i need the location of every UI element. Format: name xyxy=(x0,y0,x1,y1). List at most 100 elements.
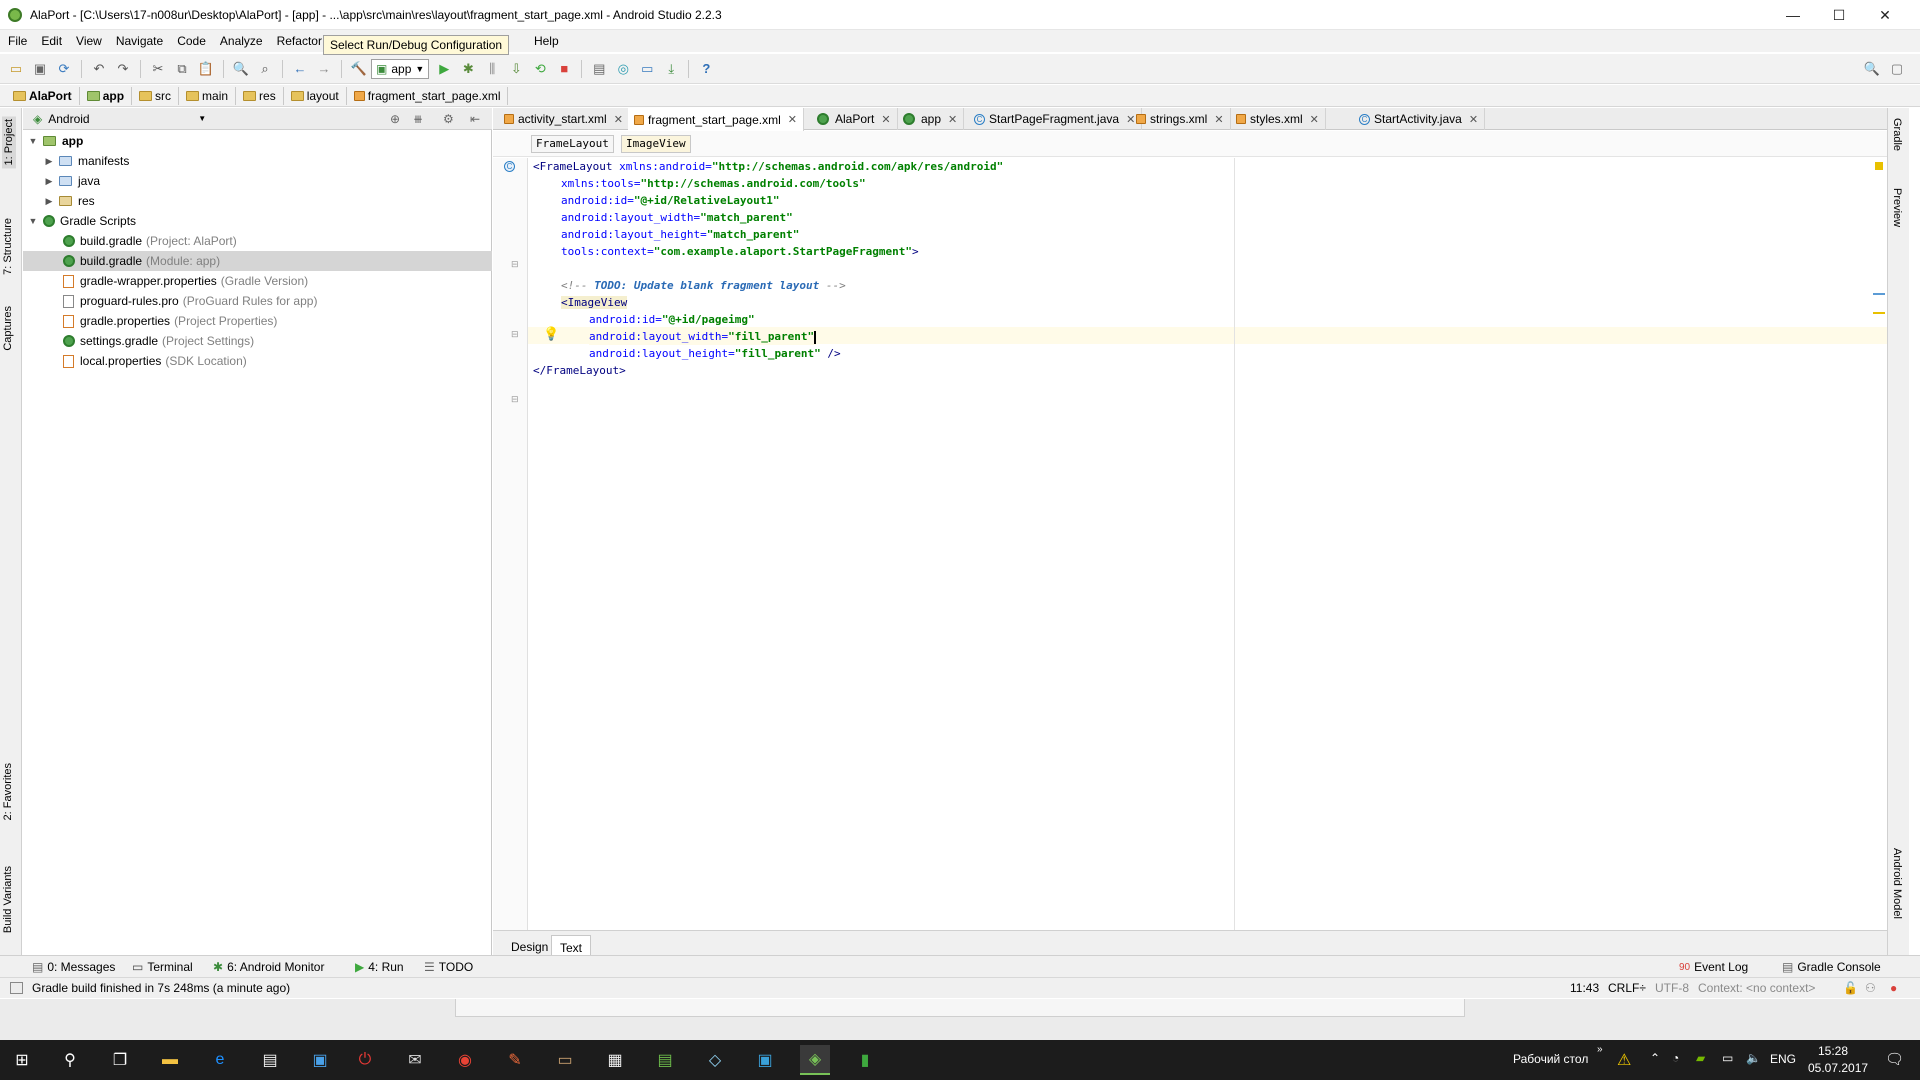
collapsed-arrow-icon[interactable]: ▶ xyxy=(42,196,56,207)
media-app-icon[interactable]: ▭ xyxy=(550,1045,580,1075)
search-icon[interactable]: ⚲ xyxy=(55,1045,85,1075)
file-encoding[interactable]: UTF-8 xyxy=(1655,978,1689,999)
android-model-tool-button[interactable]: Android Model xyxy=(1891,848,1903,919)
toolbar-expand-icon[interactable]: » xyxy=(1597,1044,1603,1055)
tree-item-java[interactable]: ▶ java xyxy=(23,171,492,191)
fold-marker-icon[interactable]: ⊟ xyxy=(511,329,519,340)
messages-tool-button[interactable]: ▤ 0: Messages xyxy=(32,956,115,978)
fold-marker-icon[interactable]: ⊟ xyxy=(511,259,519,270)
battery-icon[interactable]: ▭ xyxy=(1722,1051,1733,1065)
tree-item-res[interactable]: ▶ res xyxy=(23,191,492,211)
undo-icon[interactable]: ↶ xyxy=(88,58,110,80)
tray-overflow-icon[interactable]: ⌃ xyxy=(1650,1051,1660,1065)
make-project-icon[interactable]: 🔨 xyxy=(348,58,370,80)
expanded-arrow-icon[interactable]: ▼ xyxy=(26,136,40,146)
collapse-all-icon[interactable]: ⧻ xyxy=(413,112,423,126)
error-stripe-marker[interactable] xyxy=(1873,312,1885,314)
search-everywhere-icon[interactable]: 🔍 xyxy=(1861,58,1883,80)
crumb-layout[interactable]: layout xyxy=(286,86,347,105)
settings-icon[interactable]: ⚙ xyxy=(443,112,454,126)
run-tool-button[interactable]: ▶ 4: Run xyxy=(355,956,404,978)
task-view-icon[interactable]: ❐ xyxy=(105,1045,135,1075)
collapsed-arrow-icon[interactable]: ▶ xyxy=(42,176,56,187)
inspection-status-icon[interactable] xyxy=(1875,162,1883,170)
volume-icon[interactable]: 🔈 xyxy=(1746,1051,1761,1065)
context-indicator[interactable]: Context: <no context> xyxy=(1698,978,1815,999)
event-log-toolbar-icon[interactable]: ▢ xyxy=(1886,58,1908,80)
close-icon[interactable]: ✕ xyxy=(948,113,957,126)
close-icon[interactable]: ✕ xyxy=(1469,113,1478,126)
chrome-icon[interactable]: ◉ xyxy=(450,1045,480,1075)
project-view-dropdown[interactable]: Android xyxy=(48,112,198,126)
menu-view[interactable]: View xyxy=(69,30,109,52)
help-icon[interactable]: ? xyxy=(695,58,717,80)
sdk-manager-icon[interactable]: ⤓ xyxy=(660,58,682,80)
terminal-tool-button[interactable]: ▭ Terminal xyxy=(132,956,193,978)
save-all-icon[interactable]: ▣ xyxy=(29,58,51,80)
tree-item-gradle-scripts[interactable]: ▼ Gradle Scripts xyxy=(23,211,492,231)
run-with-coverage-icon[interactable]: ⫼ xyxy=(481,58,503,80)
forward-icon[interactable]: → xyxy=(313,58,335,80)
status-message[interactable]: Gradle build finished in 7s 248ms (a min… xyxy=(32,978,290,999)
fold-marker-icon[interactable]: ⊟ xyxy=(511,394,519,405)
toggle-tool-windows-icon[interactable] xyxy=(10,982,23,994)
desktop-toolbar-label[interactable]: Рабочий стол xyxy=(1513,1052,1588,1066)
class-gutter-icon[interactable]: C xyxy=(504,161,515,172)
close-icon[interactable]: ✕ xyxy=(614,113,623,126)
maximize-button[interactable]: ☐ xyxy=(1816,0,1862,30)
paste-icon[interactable]: 📋 xyxy=(195,58,217,80)
run-config-dropdown[interactable]: ▣ app ▼ xyxy=(371,58,430,79)
menu-help[interactable]: Help xyxy=(527,30,566,52)
hector-icon[interactable]: ⚇ xyxy=(1865,978,1876,999)
debug-icon[interactable]: ✱ xyxy=(457,58,479,80)
xml-crumb-imageview[interactable]: ImageView xyxy=(621,135,691,153)
tree-item-build-gradle-project[interactable]: build.gradle (Project: AlaPort) xyxy=(23,231,492,251)
android-studio-taskbar-icon[interactable]: ◈ xyxy=(800,1045,830,1075)
lock-icon[interactable]: 🔓 xyxy=(1843,978,1858,999)
build-variants-tool-button[interactable]: Build Variants xyxy=(2,866,14,933)
calculator-icon[interactable]: ▦ xyxy=(600,1045,630,1075)
crumb-file[interactable]: fragment_start_page.xml xyxy=(349,86,509,105)
crumb-src[interactable]: src xyxy=(134,86,180,105)
project-tool-button[interactable]: 1: Project xyxy=(2,116,16,169)
tree-item-proguard[interactable]: proguard-rules.pro (ProGuard Rules for ap… xyxy=(23,291,492,311)
xml-code[interactable]: <FrameLayout xmlns:android="http://schem… xyxy=(533,158,1867,930)
favorites-tool-button[interactable]: 2: Favorites xyxy=(2,763,14,820)
menu-refactor[interactable]: Refactor xyxy=(270,30,329,52)
menu-analyze[interactable]: Analyze xyxy=(213,30,270,52)
tab-app[interactable]: app ✕ xyxy=(897,108,965,130)
crumb-alaport[interactable]: AlaPort xyxy=(8,86,80,105)
expanded-arrow-icon[interactable]: ▼ xyxy=(26,216,40,226)
menu-edit[interactable]: Edit xyxy=(34,30,69,52)
sync-icon[interactable]: ⟳ xyxy=(53,58,75,80)
redo-icon[interactable]: ↷ xyxy=(112,58,134,80)
tree-item-app[interactable]: ▼ app xyxy=(23,131,492,151)
menu-file[interactable]: File xyxy=(1,30,34,52)
scroll-from-source-icon[interactable]: ⊕ xyxy=(390,112,400,126)
attach-debugger-icon[interactable]: ⇩ xyxy=(505,58,527,80)
tree-item-manifests[interactable]: ▶ manifests xyxy=(23,151,492,171)
event-log-tool-button[interactable]: 90 Event Log xyxy=(1679,956,1748,978)
clock-date[interactable]: 05.07.2017 xyxy=(1808,1061,1868,1075)
gradle-sync-icon[interactable]: ◎ xyxy=(612,58,634,80)
tab-startpagefragment-java[interactable]: C StartPageFragment.java ✕ xyxy=(968,108,1143,130)
file-explorer-icon[interactable]: ▬ xyxy=(155,1045,185,1075)
preview-tool-button[interactable]: Preview xyxy=(1891,188,1903,227)
green-app-icon[interactable]: ▮ xyxy=(850,1045,880,1075)
todo-tool-button[interactable]: ☰ TODO xyxy=(424,956,473,978)
tree-item-settings-gradle[interactable]: settings.gradle (Project Settings) xyxy=(23,331,492,351)
chevron-down-icon[interactable]: ▼ xyxy=(198,114,206,123)
structure-tool-button[interactable]: 7: Structure xyxy=(2,218,14,275)
gradle-tool-button[interactable]: Gradle xyxy=(1891,118,1903,151)
error-indicator-icon[interactable]: ● xyxy=(1890,978,1897,999)
hide-panel-icon[interactable]: ⇤ xyxy=(470,112,480,126)
find-icon[interactable]: 🔍 xyxy=(230,58,252,80)
minimize-button[interactable]: — xyxy=(1770,0,1816,30)
caret-position[interactable]: 11:43 xyxy=(1570,978,1599,999)
close-icon[interactable]: ✕ xyxy=(881,113,890,126)
android-monitor-tool-button[interactable]: ✱ 6: Android Monitor xyxy=(213,956,324,978)
captures-tool-button[interactable]: Captures xyxy=(2,306,14,351)
tree-item-local-properties[interactable]: local.properties (SDK Location) xyxy=(23,351,492,371)
tab-alaport[interactable]: AlaPort ✕ xyxy=(811,108,898,130)
tab-strings-xml[interactable]: strings.xml ✕ xyxy=(1130,108,1231,130)
